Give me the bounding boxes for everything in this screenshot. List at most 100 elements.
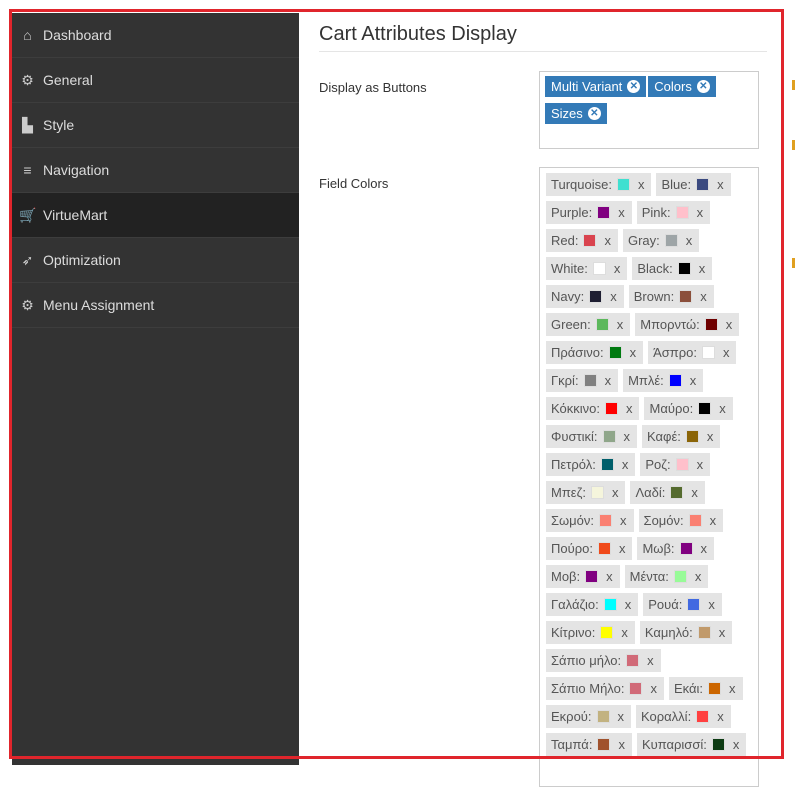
remove-color-button[interactable]: x <box>612 485 619 500</box>
remove-color-button[interactable]: x <box>604 233 611 248</box>
remove-color-button[interactable]: x <box>619 541 626 556</box>
selected-tag: Multi Variant ✕ <box>545 76 647 97</box>
sidebar-item-navigation[interactable]: ≡ Navigation <box>12 148 299 193</box>
remove-color-button[interactable]: x <box>620 513 627 528</box>
remove-color-button[interactable]: x <box>621 625 628 640</box>
color-chip: Black: x <box>632 257 713 280</box>
remove-color-button[interactable]: x <box>733 737 740 752</box>
remove-color-button[interactable]: x <box>697 205 704 220</box>
color-row: Μπεζ: x Λαδί: x <box>546 481 752 509</box>
color-swatch <box>592 262 606 275</box>
color-row: Σάπιο Μήλο: x Εκάι: x <box>546 677 752 705</box>
color-name: Purple: <box>551 205 593 220</box>
remove-color-button[interactable]: x <box>605 373 612 388</box>
field-colors-list[interactable]: Turquoise: x Blue: x Purple: x Pink: x Red: x Gray… <box>539 167 759 787</box>
color-swatch <box>603 598 617 611</box>
color-swatch <box>697 626 711 639</box>
remove-color-button[interactable]: x <box>708 597 715 612</box>
color-swatch <box>608 346 622 359</box>
remove-color-button[interactable]: x <box>626 401 633 416</box>
remove-color-button[interactable]: x <box>606 569 613 584</box>
sidebar: ⌂ Dashboard ⚙ General ▙ Style ≡ Navigation 🛒 Virt… <box>12 13 299 765</box>
color-swatch <box>679 290 693 303</box>
sidebar-item-virtuemart[interactable]: 🛒 VirtueMart <box>12 193 299 238</box>
remove-color-button[interactable]: x <box>729 681 736 696</box>
color-row: Πούρο: x Μωβ: x <box>546 537 752 565</box>
remove-color-button[interactable]: x <box>622 457 629 472</box>
remove-color-button[interactable]: x <box>618 709 625 724</box>
remove-tag-icon[interactable]: ✕ <box>696 80 710 93</box>
color-swatch <box>664 234 678 247</box>
color-chip: Μπεζ: x <box>546 481 626 504</box>
sidebar-item-menu-assignment[interactable]: ⚙ Menu Assignment <box>12 283 299 328</box>
color-swatch <box>602 430 616 443</box>
remove-color-button[interactable]: x <box>686 233 693 248</box>
remove-color-button[interactable]: x <box>726 317 733 332</box>
remove-color-button[interactable]: x <box>638 177 645 192</box>
remove-color-button[interactable]: x <box>695 569 702 584</box>
color-name: Μπεζ: <box>551 485 586 500</box>
remove-color-button[interactable]: x <box>618 737 625 752</box>
remove-color-button[interactable]: x <box>723 345 730 360</box>
color-name: Σομόν: <box>643 513 684 528</box>
remove-color-button[interactable]: x <box>630 345 637 360</box>
remove-color-button[interactable]: x <box>650 681 657 696</box>
color-swatch <box>687 598 701 611</box>
remove-color-button[interactable]: x <box>717 709 724 724</box>
color-row: Φυστικί: x Καφέ: x <box>546 425 752 453</box>
sidebar-item-style[interactable]: ▙ Style <box>12 103 299 148</box>
color-chip: Γαλάζιο: x <box>546 593 639 616</box>
remove-color-button[interactable]: x <box>618 205 625 220</box>
rocket-icon: ➶ <box>21 251 34 268</box>
color-name: Ρουά: <box>648 597 683 612</box>
remove-color-button[interactable]: x <box>697 457 704 472</box>
remove-color-button[interactable]: x <box>710 513 717 528</box>
field-colors-label: Field Colors <box>319 176 389 191</box>
gears-icon: ⚙ <box>21 296 34 313</box>
color-swatch <box>583 234 597 247</box>
color-swatch <box>589 290 603 303</box>
remove-color-button[interactable]: x <box>625 597 632 612</box>
color-name: Μπορντώ: <box>640 317 700 332</box>
color-chip: Pink: x <box>636 201 711 224</box>
sidebar-item-general[interactable]: ⚙ General <box>12 58 299 103</box>
remove-color-button[interactable]: x <box>701 541 708 556</box>
remove-color-button[interactable]: x <box>700 289 707 304</box>
color-chip: Brown: x <box>628 285 714 308</box>
color-swatch <box>696 178 710 191</box>
color-row: Πράσινο: x Άσπρο: x <box>546 341 752 369</box>
color-chip: Κυπαρισσί: x <box>636 733 747 756</box>
remove-color-button[interactable]: x <box>690 373 697 388</box>
remove-color-button[interactable]: x <box>719 625 726 640</box>
sidebar-item-label: Dashboard <box>43 27 112 43</box>
color-row: Red: x Gray: x <box>546 229 752 257</box>
remove-color-button[interactable]: x <box>699 261 706 276</box>
color-name: Σάπιο Μήλο: <box>551 681 625 696</box>
remove-color-button[interactable]: x <box>719 401 726 416</box>
color-name: Λαδί: <box>635 485 666 500</box>
remove-color-button[interactable]: x <box>614 261 621 276</box>
color-swatch <box>604 402 618 415</box>
color-chip: Καμηλό: x <box>639 621 733 644</box>
sidebar-item-dashboard[interactable]: ⌂ Dashboard <box>12 13 299 58</box>
remove-tag-icon[interactable]: ✕ <box>627 80 641 93</box>
color-chip: Ταμπά: x <box>546 733 632 756</box>
color-swatch <box>629 682 643 695</box>
color-swatch <box>595 318 609 331</box>
display-buttons-select[interactable]: Multi Variant ✕ Colors ✕ Sizes ✕ <box>539 71 759 149</box>
sidebar-item-optimization[interactable]: ➶ Optimization <box>12 238 299 283</box>
remove-color-button[interactable]: x <box>717 177 724 192</box>
remove-color-button[interactable]: x <box>617 317 624 332</box>
remove-color-button[interactable]: x <box>707 429 714 444</box>
color-swatch <box>668 374 682 387</box>
color-chip: Εκρού: x <box>546 705 632 728</box>
remove-tag-icon[interactable]: ✕ <box>587 107 601 120</box>
remove-color-button[interactable]: x <box>691 485 698 500</box>
color-swatch <box>597 738 611 751</box>
color-chip: Μαύρο: x <box>644 397 733 420</box>
remove-color-button[interactable]: x <box>647 653 654 668</box>
remove-color-button[interactable]: x <box>624 429 631 444</box>
remove-color-button[interactable]: x <box>610 289 617 304</box>
color-chip: Κόκκινο: x <box>546 397 640 420</box>
color-row: Turquoise: x Blue: x <box>546 173 752 201</box>
